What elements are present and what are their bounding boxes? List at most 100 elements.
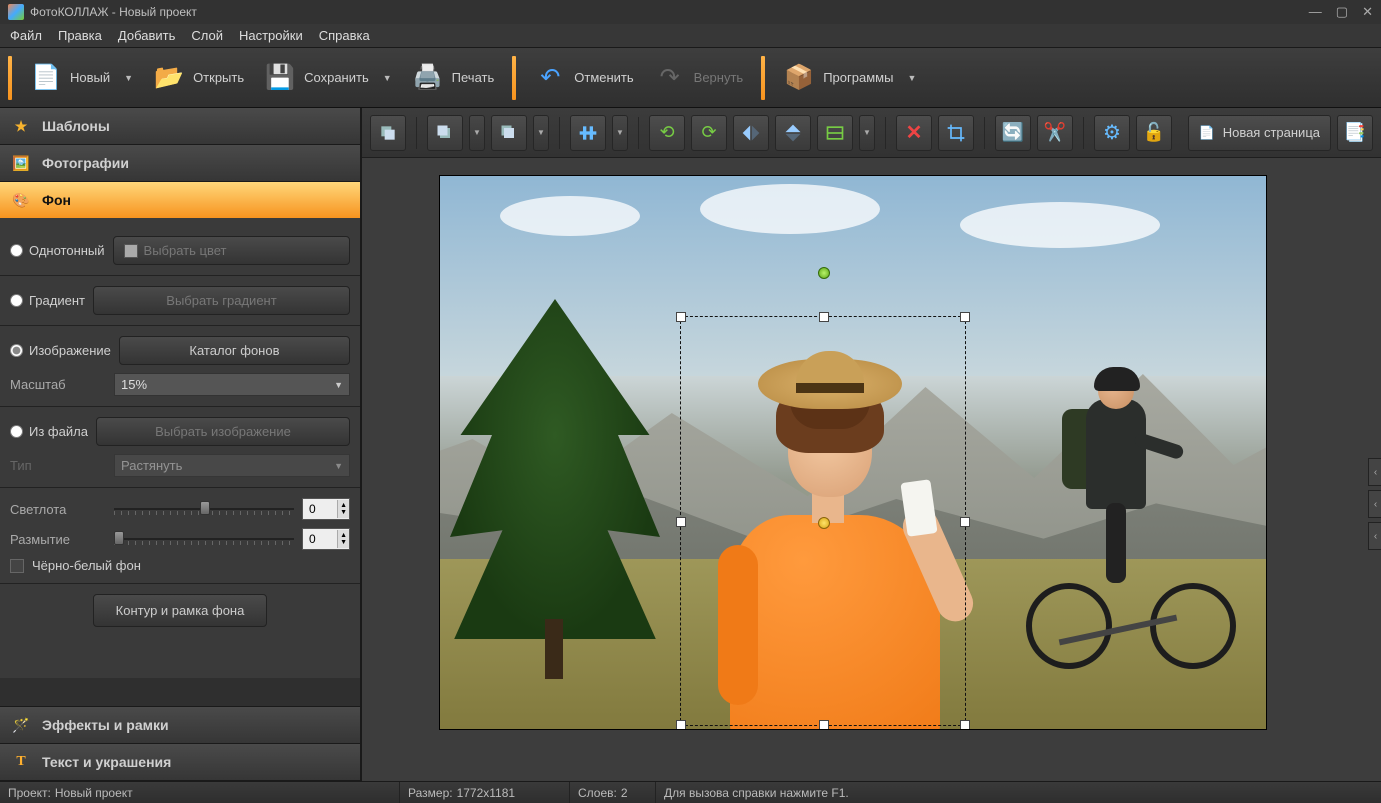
resize-handle-s[interactable] <box>819 720 829 729</box>
rotate-handle[interactable] <box>818 267 830 279</box>
layer-back-button[interactable] <box>370 115 406 151</box>
fit-menu[interactable]: ▼ <box>859 115 875 151</box>
sidebar-tab-background[interactable]: 🎨 Фон <box>0 182 360 218</box>
print-button[interactable]: 🖨️ Печать <box>402 54 505 102</box>
resize-handle-n[interactable] <box>819 312 829 322</box>
send-backward-button[interactable] <box>491 115 527 151</box>
catalog-button[interactable]: Каталог фонов <box>119 336 350 365</box>
undo-button[interactable]: ↶ Отменить <box>524 54 643 102</box>
sidebar-tab-templates[interactable]: ★ Шаблоны <box>0 108 360 144</box>
radio-gradient[interactable]: Градиент <box>10 293 85 308</box>
layer-cyclist[interactable] <box>1006 369 1236 669</box>
scale-select[interactable]: 15%▼ <box>114 373 350 396</box>
redo-icon: ↷ <box>654 62 686 94</box>
cut-button[interactable]: ✂️ <box>1037 115 1073 151</box>
tab-label: Эффекты и рамки <box>42 717 169 733</box>
crop-button[interactable] <box>938 115 974 151</box>
sidebar-tab-effects[interactable]: 🪄 Эффекты и рамки <box>0 707 360 743</box>
dropdown-arrow-icon[interactable]: ▼ <box>901 73 916 83</box>
brightness-slider[interactable] <box>114 502 294 516</box>
align-button[interactable] <box>570 115 606 151</box>
canvas-page[interactable] <box>440 176 1266 729</box>
menu-layer[interactable]: Слой <box>191 28 223 43</box>
radio-from-file[interactable]: Из файла <box>10 424 88 439</box>
menu-settings[interactable]: Настройки <box>239 28 303 43</box>
close-button[interactable]: ✕ <box>1362 4 1373 20</box>
page-settings-button[interactable]: 📑 <box>1337 115 1373 151</box>
bw-checkbox[interactable] <box>10 559 24 573</box>
titlebar: ФотоКОЛЛАЖ - Новый проект — ▢ ✕ <box>0 0 1381 24</box>
menu-help[interactable]: Справка <box>319 28 370 43</box>
center-handle[interactable] <box>818 517 830 529</box>
send-backward-menu[interactable]: ▼ <box>533 115 549 151</box>
flyout-tab[interactable]: ‹ <box>1368 458 1381 486</box>
app-icon <box>8 4 24 20</box>
selection-box[interactable] <box>680 316 966 726</box>
menu-file[interactable]: Файл <box>10 28 42 43</box>
resize-handle-nw[interactable] <box>676 312 686 322</box>
align-menu[interactable]: ▼ <box>612 115 628 151</box>
menu-edit[interactable]: Правка <box>58 28 102 43</box>
choose-color-button[interactable]: Выбрать цвет <box>113 236 350 265</box>
resize-handle-sw[interactable] <box>676 720 686 729</box>
save-button[interactable]: 💾 Сохранить ▼ <box>254 54 402 102</box>
save-label: Сохранить <box>304 70 369 85</box>
tab-label: Фон <box>42 192 71 208</box>
sidebar: ★ Шаблоны 🖼️ Фотографии 🎨 Фон Однотонный <box>0 108 362 781</box>
main-toolbar: 📄 Новый ▼ 📂 Открыть 💾 Сохранить ▼ 🖨️ Печ… <box>0 48 1381 108</box>
resize-handle-w[interactable] <box>676 517 686 527</box>
new-page-button[interactable]: 📄 Новая страница <box>1188 115 1331 151</box>
flyout-tab[interactable]: ‹ <box>1368 490 1381 518</box>
redo-button[interactable]: ↷ Вернуть <box>644 54 754 102</box>
lock-button[interactable]: 🔓 <box>1136 115 1172 151</box>
type-select[interactable]: Растянуть▼ <box>114 454 350 477</box>
menubar: Файл Правка Добавить Слой Настройки Спра… <box>0 24 1381 48</box>
flip-v-button[interactable] <box>775 115 811 151</box>
resize-handle-se[interactable] <box>960 720 970 729</box>
rotate-right-button[interactable]: ⟳ <box>691 115 727 151</box>
replace-button[interactable]: 🔄 <box>995 115 1031 151</box>
color-swatch <box>124 244 138 258</box>
canvas-viewport[interactable] <box>362 158 1381 781</box>
programs-button[interactable]: 📦 Программы ▼ <box>773 54 926 102</box>
sidebar-tab-photos[interactable]: 🖼️ Фотографии <box>0 145 360 181</box>
menu-add[interactable]: Добавить <box>118 28 175 43</box>
flip-h-button[interactable] <box>733 115 769 151</box>
choose-gradient-button[interactable]: Выбрать градиент <box>93 286 350 315</box>
toolbar-separator <box>512 56 516 100</box>
tab-label: Шаблоны <box>42 118 110 134</box>
rotate-left-button[interactable]: ⟲ <box>649 115 685 151</box>
delete-button[interactable]: ✕ <box>896 115 932 151</box>
settings-button[interactable]: ⚙ <box>1094 115 1130 151</box>
resize-handle-ne[interactable] <box>960 312 970 322</box>
radio-image[interactable]: Изображение <box>10 343 111 358</box>
minimize-button[interactable]: — <box>1309 4 1322 20</box>
statusbar: Проект: Новый проект Размер: 1772x1181 С… <box>0 781 1381 803</box>
status-layers-label: Слоев: <box>578 786 617 800</box>
right-flyout-tabs: ‹ ‹ ‹ <box>1368 458 1381 550</box>
new-button[interactable]: 📄 Новый ▼ <box>20 54 143 102</box>
status-help-text: Для вызова справки нажмите F1. <box>664 786 849 800</box>
flyout-tab[interactable]: ‹ <box>1368 522 1381 550</box>
sidebar-tab-text[interactable]: T Текст и украшения <box>0 744 360 780</box>
choose-image-button[interactable]: Выбрать изображение <box>96 417 350 446</box>
divider <box>0 583 360 584</box>
dropdown-arrow-icon[interactable]: ▼ <box>377 73 392 83</box>
open-button[interactable]: 📂 Открыть <box>143 54 254 102</box>
frame-button[interactable]: Контур и рамка фона <box>93 594 268 627</box>
dropdown-arrow-icon[interactable]: ▼ <box>118 73 133 83</box>
radio-solid[interactable]: Однотонный <box>10 243 105 258</box>
dropdown-arrow-icon: ▼ <box>334 380 343 390</box>
bring-forward-button[interactable] <box>427 115 463 151</box>
fit-button[interactable] <box>817 115 853 151</box>
bring-forward-menu[interactable]: ▼ <box>469 115 485 151</box>
blur-spinner[interactable]: 0▲▼ <box>302 528 350 550</box>
maximize-button[interactable]: ▢ <box>1336 4 1348 20</box>
resize-handle-e[interactable] <box>960 517 970 527</box>
type-label: Тип <box>10 458 106 473</box>
blur-slider[interactable] <box>114 532 294 546</box>
status-project-name: Новый проект <box>55 786 133 800</box>
star-icon: ★ <box>10 115 32 137</box>
brightness-spinner[interactable]: 0▲▼ <box>302 498 350 520</box>
background-panel: Однотонный Выбрать цвет Градиент Выбрать… <box>0 218 360 678</box>
